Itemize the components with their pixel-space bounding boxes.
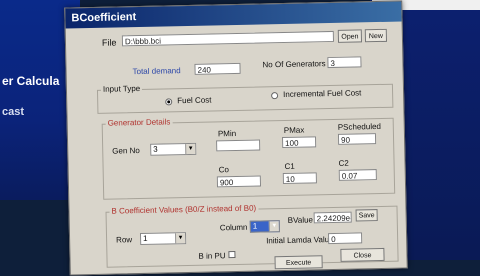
c2-field[interactable]: 0.07 [338,169,377,181]
bvalue-field[interactable]: 2.24209e- [313,211,352,224]
gen-no-value: 3 [153,144,158,154]
no-of-generators-field[interactable]: 3 [327,56,362,69]
window-title[interactable]: BCoefficient [65,1,402,29]
row-select[interactable]: 1 ▼ [139,232,187,246]
c2-label: C2 [338,158,349,168]
incremental-fuel-cost-label: Incremental Fuel Cost [283,88,362,100]
new-button[interactable]: New [364,28,388,43]
pmin-label: PMin [217,128,237,139]
file-path-field[interactable]: D:\bbb.bci [121,30,335,47]
no-of-generators-label: No Of Generators [262,59,326,70]
total-demand-field[interactable]: 240 [194,62,241,75]
generator-details-title: Generator Details [105,117,173,128]
incremental-fuel-cost-radio[interactable] [271,92,279,100]
row-value: 1 [142,233,148,243]
open-button[interactable]: Open [337,29,363,43]
initial-lambda-label: Initial Lamda Value [266,234,334,246]
initial-lambda-field[interactable]: 0 [328,232,363,245]
total-demand-label: Total demand [132,66,181,77]
bvalue-label: BValue [287,215,314,225]
c1-field[interactable]: 10 [282,172,317,185]
pmax-field[interactable]: 100 [281,136,317,149]
execute-button[interactable]: Execute [274,255,323,270]
chevron-down-icon[interactable]: ▼ [268,221,279,232]
pmin-field[interactable] [216,139,261,152]
pmax-label: PMax [283,125,305,135]
c1-label: C1 [284,161,295,171]
chevron-down-icon[interactable]: ▼ [174,233,186,244]
gen-no-select[interactable]: 3 ▼ [150,142,197,156]
close-button[interactable]: Close [340,247,385,262]
row-label: Row [116,235,133,245]
file-label: File [101,37,117,48]
background-menu-text: cast [2,106,25,118]
pscheduled-field[interactable]: 90 [337,133,377,145]
c0-label: Co [218,165,229,175]
column-label: Column [219,222,248,233]
column-value: 1 [252,221,258,231]
save-button[interactable]: Save [355,209,378,222]
c0-field[interactable]: 900 [216,175,262,188]
background-title-text: er Calcula [2,74,60,88]
pscheduled-label: PScheduled [337,121,382,132]
b-in-pu-checkbox[interactable] [228,251,236,259]
input-type-label: Input Type [100,83,143,94]
fuel-cost-radio[interactable] [165,98,173,106]
b-in-pu-label: B in PU [198,251,226,261]
column-select[interactable]: 1 ▼ [249,220,280,233]
gen-no-label: Gen No [112,146,140,156]
fuel-cost-label: Fuel Cost [177,95,212,106]
bcoefficient-window: BCoefficient File D:\bbb.bci Open New To… [64,0,408,276]
chevron-down-icon[interactable]: ▼ [185,143,196,155]
